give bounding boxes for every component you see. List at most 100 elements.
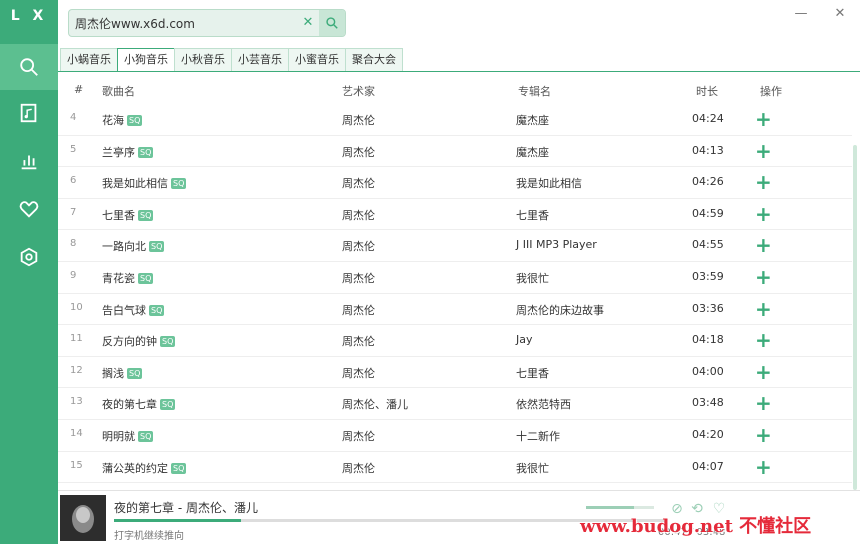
search-input[interactable] [75, 10, 295, 36]
song-name[interactable]: 一路向北 SQ [102, 238, 165, 254]
sq-badge: SQ [160, 399, 176, 411]
artist: 周杰伦 [342, 429, 375, 443]
artist: 周杰伦、潘儿 [342, 398, 408, 412]
song-title: 七里香 [102, 208, 135, 222]
add-icon[interactable]: + [755, 170, 772, 194]
nav-favorites[interactable] [0, 186, 58, 232]
search-icon [326, 17, 338, 29]
progress-fill [114, 519, 242, 522]
sq-badge: SQ [149, 241, 165, 253]
song-name[interactable]: 蒲公英的约定 SQ [102, 460, 187, 476]
table-row[interactable]: 13 夜的第七章 SQ 周杰伦、潘儿 依然范特西 03:48 + [58, 388, 852, 420]
duration: 04:13 [692, 143, 724, 157]
chart-icon [21, 155, 37, 170]
minimize-button[interactable]: — [793, 6, 809, 22]
tab-source[interactable]: 小秋音乐 [174, 48, 232, 72]
add-icon[interactable]: + [755, 423, 772, 447]
table-row[interactable]: 6 我是如此相信 SQ 周杰伦 我是如此相信 04:26 + [58, 167, 852, 199]
volume-fill [586, 506, 634, 509]
search-button[interactable] [319, 10, 345, 36]
album: J III MP3 Player [516, 238, 597, 252]
add-icon[interactable]: + [755, 265, 772, 289]
row-index: 9 [70, 269, 77, 281]
search-box: ✕ [68, 9, 346, 37]
sq-badge: SQ [149, 304, 165, 316]
duration: 03:59 [692, 269, 724, 283]
song-name[interactable]: 我是如此相信 SQ [102, 175, 187, 191]
sq-badge: SQ [171, 178, 187, 190]
album: 七里香 [516, 366, 549, 380]
song-name[interactable]: 反方向的钟 SQ [102, 333, 176, 349]
album: 魔杰座 [516, 145, 549, 159]
header-duration: 时长 [696, 85, 718, 98]
row-index: 13 [70, 396, 83, 408]
song-name[interactable]: 明明就 SQ [102, 428, 154, 444]
row-index: 12 [70, 364, 83, 376]
add-icon[interactable]: + [755, 455, 772, 479]
sq-badge: SQ [138, 209, 154, 221]
row-index: 8 [70, 238, 77, 250]
duration: 04:20 [692, 427, 724, 441]
song-name[interactable]: 花海 SQ [102, 112, 143, 128]
tab-source[interactable]: 小蜜音乐 [288, 48, 346, 72]
song-name[interactable]: 青花瓷 SQ [102, 270, 154, 286]
table-row[interactable]: 9 青花瓷 SQ 周杰伦 我很忙 03:59 + [58, 262, 852, 294]
album: 魔杰座 [516, 114, 549, 127]
nav-settings[interactable] [0, 234, 58, 280]
artist: 周杰伦 [342, 461, 375, 475]
song-name[interactable]: 七里香 SQ [102, 207, 154, 223]
duration: 04:24 [692, 112, 724, 125]
lyric-text: 打字机继续推向 [114, 531, 184, 542]
table-row[interactable]: 5 兰亭序 SQ 周杰伦 魔杰座 04:13 + [58, 136, 852, 168]
table-row[interactable]: 4 花海 SQ 周杰伦 魔杰座 04:24 + [58, 104, 852, 136]
list-scrollbar[interactable] [853, 145, 857, 490]
table-row[interactable]: 15 蒲公英的约定 SQ 周杰伦 我很忙 04:07 + [58, 452, 852, 484]
artist: 周杰伦 [342, 335, 375, 349]
now-playing-title: 夜的第七章 - 周杰伦、潘儿 [114, 501, 258, 515]
nav-search[interactable] [0, 44, 58, 90]
song-title: 告白气球 [102, 303, 146, 317]
song-name[interactable]: 告白气球 SQ [102, 302, 165, 318]
settings-icon [20, 247, 38, 267]
album: 我很忙 [516, 461, 549, 475]
row-index: 5 [70, 143, 77, 155]
tab-source[interactable]: 小芸音乐 [231, 48, 289, 72]
song-name[interactable]: 兰亭序 SQ [102, 144, 154, 160]
close-icon[interactable]: ✕ [832, 6, 848, 22]
table-row[interactable]: 12 搁浅 SQ 周杰伦 七里香 04:00 + [58, 357, 852, 389]
tab-source[interactable]: 小蜗音乐 [60, 48, 118, 72]
nav-charts[interactable] [0, 138, 58, 184]
add-icon[interactable]: + [755, 297, 772, 321]
song-name[interactable]: 夜的第七章 SQ [102, 396, 176, 412]
table-row[interactable]: 14 明明就 SQ 周杰伦 十二新作 04:20 + [58, 420, 852, 452]
add-icon[interactable]: + [755, 233, 772, 257]
add-icon[interactable]: + [755, 202, 772, 226]
add-icon[interactable]: + [755, 139, 772, 163]
song-name[interactable]: 搁浅 SQ [102, 365, 143, 381]
add-icon[interactable]: + [755, 328, 772, 352]
add-icon[interactable]: + [755, 391, 772, 415]
album-cover[interactable] [60, 495, 106, 541]
table-row[interactable]: 7 七里香 SQ 周杰伦 七里香 04:59 + [58, 199, 852, 231]
tab-source[interactable]: 聚合大会 [345, 48, 403, 72]
artist: 周杰伦 [342, 271, 375, 285]
song-title: 明明就 [102, 429, 135, 443]
nav-playlist[interactable] [0, 90, 58, 136]
artist: 周杰伦 [342, 208, 375, 222]
add-icon[interactable]: + [755, 360, 772, 384]
song-title: 花海 [102, 114, 124, 127]
album: 我很忙 [516, 271, 549, 285]
tab-source[interactable]: 小狗音乐 [117, 48, 175, 72]
table-row[interactable]: 8 一路向北 SQ 周杰伦 J III MP3 Player 04:55 + [58, 230, 852, 262]
clear-search-button[interactable]: ✕ [301, 16, 315, 30]
sq-badge: SQ [138, 272, 154, 284]
add-icon[interactable]: + [755, 107, 772, 131]
heart-icon [19, 201, 39, 218]
table-row[interactable]: 11 反方向的钟 SQ 周杰伦 Jay 04:18 + [58, 325, 852, 357]
table-row[interactable]: 10 告白气球 SQ 周杰伦 周杰伦的床边故事 03:36 + [58, 294, 852, 326]
album: Jay [516, 333, 533, 347]
song-title: 青花瓷 [102, 271, 135, 285]
artist: 周杰伦 [342, 177, 375, 191]
volume-slider[interactable] [586, 506, 654, 509]
app-logo: L X [10, 8, 48, 24]
